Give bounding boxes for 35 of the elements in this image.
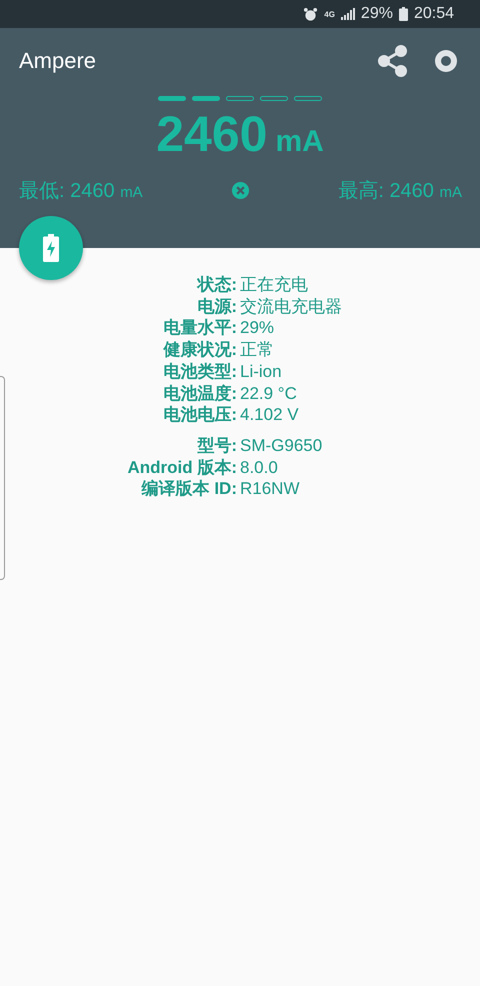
battery-fab[interactable]: [19, 216, 83, 280]
info-value: 交流电充电器: [240, 296, 343, 318]
signal-icon: [340, 8, 355, 20]
info-value: Li-ion: [240, 360, 283, 383]
info-value: 8.0.0: [240, 456, 279, 478]
current-value: 2460: [156, 109, 268, 159]
info-value: 29%: [240, 317, 276, 340]
reset-icon[interactable]: [231, 181, 250, 200]
battery-percent: 29%: [360, 5, 393, 23]
info-value: SM-G9650: [240, 434, 324, 457]
clock: 20:54: [414, 5, 454, 23]
info-label: 电池类型:: [162, 360, 238, 383]
info-value: R16NW: [240, 478, 301, 500]
info-label: 编译版本 ID:: [140, 478, 238, 500]
info-label: Android 版本:: [126, 456, 238, 478]
info-label: 电池电压:: [162, 404, 238, 426]
battery-icon: [398, 7, 408, 21]
current-unit: mA: [275, 124, 324, 160]
info-label: 状态:: [196, 274, 238, 296]
info-label: 电源:: [196, 296, 238, 318]
min-reading: 最低: 2460 mA: [19, 179, 143, 204]
info-value: 22.9 °C: [240, 382, 298, 404]
info-label: 电池温度:: [162, 382, 238, 404]
charging-icon: [43, 234, 59, 262]
edge-panel-handle[interactable]: [0, 376, 5, 580]
info-label: 型号:: [196, 434, 238, 457]
info-label: 健康状况:: [162, 339, 238, 361]
app-title: Ampere: [19, 48, 98, 74]
info-label: 电量水平:: [162, 317, 238, 340]
info-value: 正常: [240, 339, 275, 361]
share-icon[interactable]: [378, 45, 408, 77]
max-reading: 最高: 2460 mA: [338, 179, 462, 204]
network-label: 4G: [324, 10, 335, 18]
info-value: 正在充电: [240, 274, 309, 296]
info-value: 4.102 V: [240, 404, 300, 426]
